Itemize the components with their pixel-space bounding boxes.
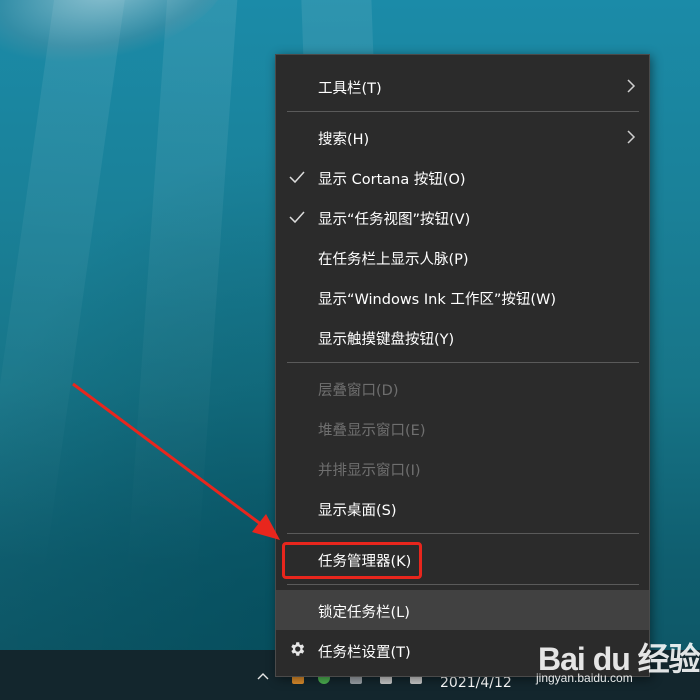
menu-item-cascade-windows: 层叠窗口(D): [276, 368, 649, 408]
menu-item-label: 在任务栏上显示人脉(P): [318, 252, 469, 268]
checkmark-icon: [288, 209, 306, 225]
menu-item-show-windows-ink[interactable]: 显示“Windows Ink 工作区”按钮(W): [276, 277, 649, 317]
light-ray: [0, 0, 130, 579]
menu-item-show-task-view[interactable]: 显示“任务视图”按钮(V): [276, 197, 649, 237]
menu-item-search[interactable]: 搜索(H): [276, 117, 649, 157]
watermark-url: jingyan.baidu.com: [536, 671, 633, 685]
menu-item-lock-taskbar[interactable]: 锁定任务栏(L): [276, 590, 649, 630]
menu-separator: [287, 533, 639, 534]
menu-item-show-desktop[interactable]: 显示桌面(S): [276, 488, 649, 528]
menu-item-label: 任务栏设置(T): [318, 645, 411, 661]
menu-item-label: 工具栏(T): [318, 81, 382, 97]
menu-item-show-touch-keyboard[interactable]: 显示触摸键盘按钮(Y): [276, 317, 649, 357]
taskbar-clock-date[interactable]: 2021/4/12: [440, 675, 520, 691]
menu-item-show-cortana[interactable]: 显示 Cortana 按钮(O): [276, 157, 649, 197]
menu-item-label: 搜索(H): [318, 132, 370, 148]
menu-item-label: 显示“Windows Ink 工作区”按钮(W): [318, 292, 556, 308]
menu-item-label: 显示 Cortana 按钮(O): [318, 172, 466, 188]
menu-item-label: 锁定任务栏(L): [318, 605, 410, 621]
menu-item-stack-windows: 堆叠显示窗口(E): [276, 408, 649, 448]
menu-separator: [287, 111, 639, 112]
menu-separator: [287, 584, 639, 585]
menu-item-side-by-side-windows: 并排显示窗口(I): [276, 448, 649, 488]
checkmark-icon: [288, 169, 306, 185]
gear-icon: [288, 640, 306, 658]
menu-item-label: 并排显示窗口(I): [318, 463, 421, 479]
menu-item-show-people[interactable]: 在任务栏上显示人脉(P): [276, 237, 649, 277]
menu-item-label: 层叠窗口(D): [318, 383, 399, 399]
menu-item-label: 显示桌面(S): [318, 503, 397, 519]
menu-item-label: 显示“任务视图”按钮(V): [318, 212, 471, 228]
annotation-highlight-box: [282, 542, 422, 579]
chevron-right-icon: [625, 129, 637, 145]
taskbar-context-menu: 工具栏(T) 搜索(H) 显示 Cortana 按钮(O) 显示“任务视图”按钮…: [275, 54, 650, 677]
menu-item-label: 显示触摸键盘按钮(Y): [318, 332, 455, 348]
show-hidden-icons-chevron-icon[interactable]: [256, 670, 270, 684]
chevron-right-icon: [625, 78, 637, 94]
menu-item-label: 堆叠显示窗口(E): [318, 423, 426, 439]
menu-separator: [287, 362, 639, 363]
light-ray: [126, 0, 240, 581]
menu-item-toolbars[interactable]: 工具栏(T): [276, 66, 649, 106]
